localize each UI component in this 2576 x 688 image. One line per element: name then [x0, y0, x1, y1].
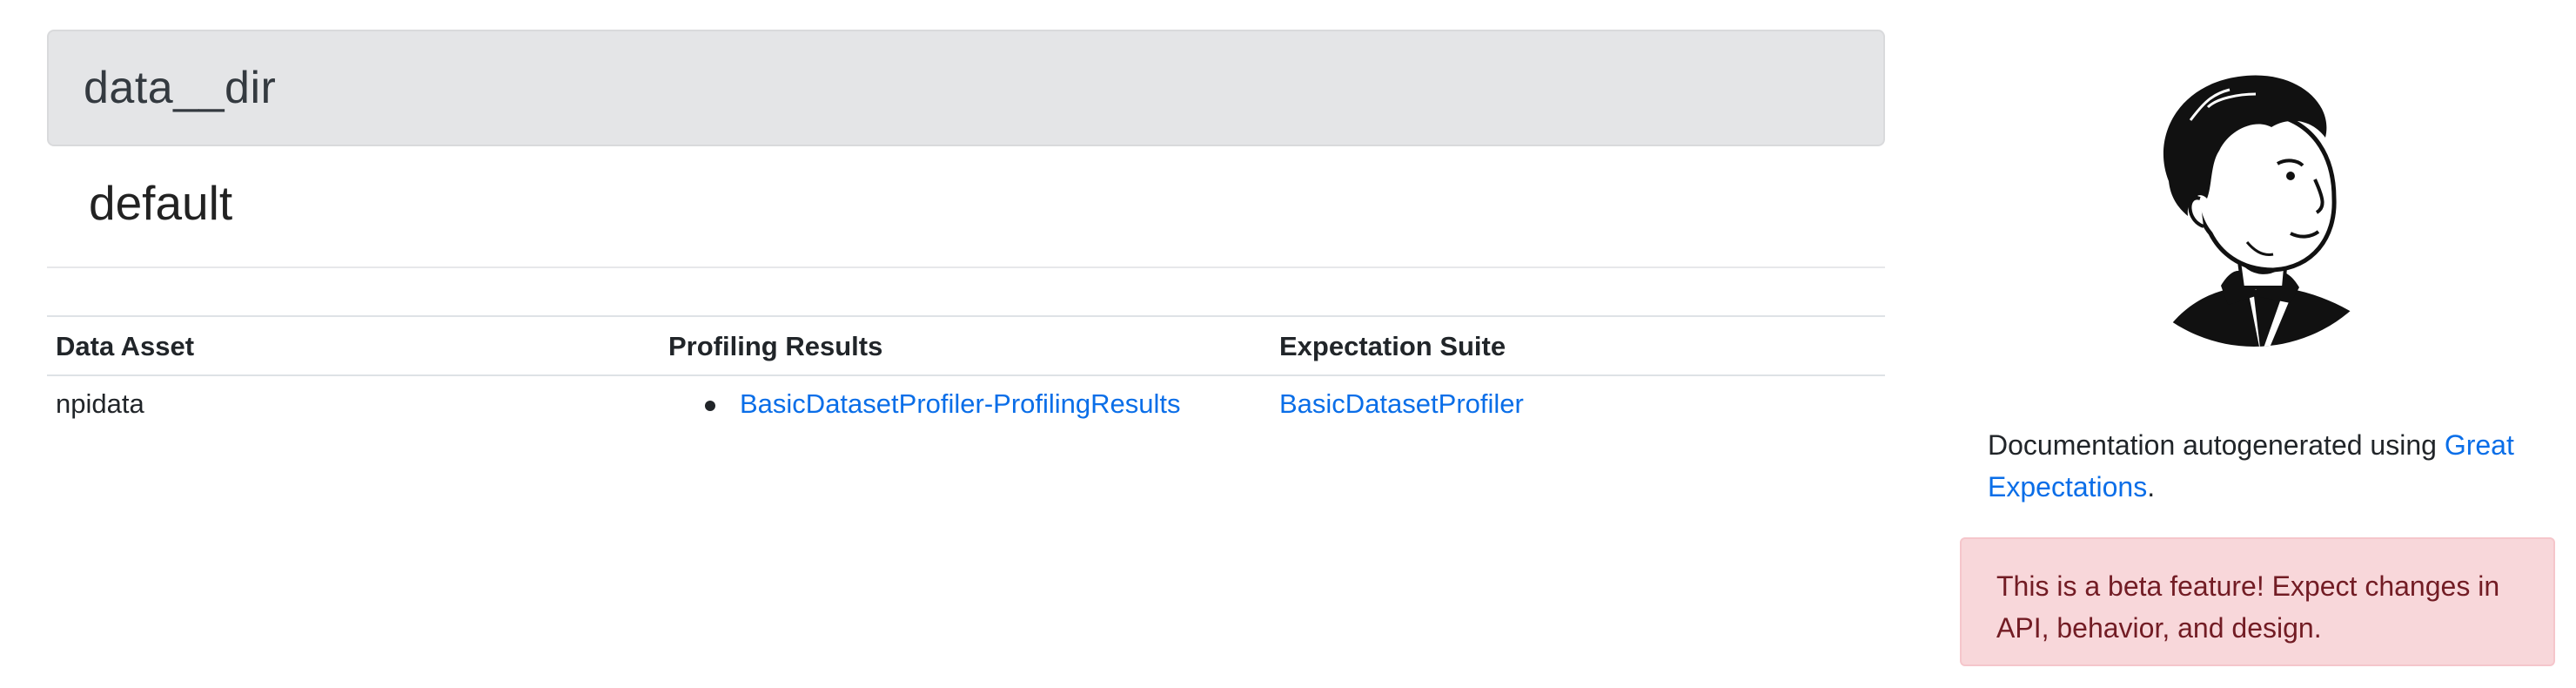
profiling-result-link[interactable]: BasicDatasetProfiler-ProfilingResults: [740, 388, 1181, 419]
list-item: BasicDatasetProfiler-ProfilingResults: [705, 388, 1262, 420]
documentation-note: Documentation autogenerated using Great …: [1988, 424, 2545, 508]
page: data__dir default Data Asset Profiling R…: [0, 0, 2576, 688]
beta-alert: This is a beta feature! Expect changes i…: [1960, 537, 2555, 666]
table-row: npidata BasicDatasetProfiler-ProfilingRe…: [47, 375, 1885, 432]
profiling-results-cell: BasicDatasetProfiler-ProfilingResults: [660, 375, 1271, 432]
main-content: data__dir default Data Asset Profiling R…: [47, 30, 1885, 432]
section-header: default: [47, 146, 1885, 268]
column-header-profiling-results: Profiling Results: [660, 315, 1271, 376]
documentation-suffix: .: [2147, 471, 2156, 503]
site-header: data__dir: [47, 30, 1885, 146]
column-header-expectation-suite: Expectation Suite: [1271, 315, 1885, 376]
site-title: data__dir: [84, 63, 277, 113]
sidebar: Documentation autogenerated using Great …: [1960, 68, 2559, 666]
data-asset-table: Data Asset Profiling Results Expectation…: [47, 315, 1885, 432]
profiling-results-list: BasicDatasetProfiler-ProfilingResults: [668, 388, 1262, 420]
column-header-data-asset: Data Asset: [47, 315, 660, 376]
data-asset-cell: npidata: [56, 388, 144, 419]
great-expectations-logo-icon: [2134, 75, 2378, 347]
table-header-row: Data Asset Profiling Results Expectation…: [47, 315, 1885, 376]
expectation-suite-cell: BasicDatasetProfiler: [1271, 375, 1885, 432]
section-title: default: [89, 176, 233, 230]
documentation-text: Documentation autogenerated using: [1988, 429, 2445, 461]
expectation-suite-link[interactable]: BasicDatasetProfiler: [1279, 388, 1524, 419]
